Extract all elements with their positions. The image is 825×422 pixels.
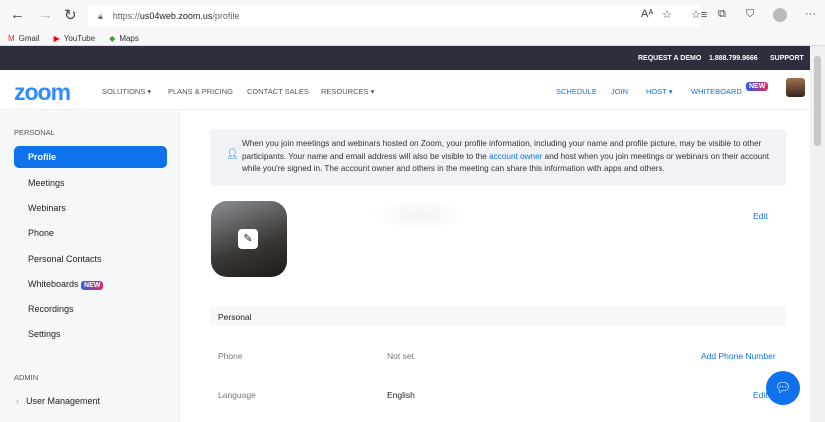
- sidebar-item-user-management[interactable]: › User Management: [16, 396, 100, 406]
- maps-icon: ◆: [109, 33, 116, 43]
- solutions-menu[interactable]: SOLUTIONS ▾: [102, 87, 151, 96]
- bookmark-gmail[interactable]: M Gmail: [8, 34, 40, 43]
- support-link[interactable]: SUPPORT: [770, 55, 804, 62]
- sidebar-item-settings[interactable]: Settings: [28, 329, 61, 339]
- more-icon[interactable]: ···: [805, 8, 816, 20]
- shield-icon[interactable]: ⛉: [746, 8, 754, 21]
- favorites-icon[interactable]: ☆≡: [691, 8, 707, 21]
- new-badge: NEW: [81, 281, 104, 290]
- phone-label: Phone: [218, 351, 243, 361]
- request-demo-link[interactable]: REQUEST A DEMO: [638, 55, 701, 62]
- bookmark-maps[interactable]: ◆ Maps: [109, 34, 139, 43]
- user-info-icon: 👤︎: [226, 149, 239, 160]
- phone-value: Not set: [387, 351, 414, 361]
- zoom-logo[interactable]: zoom: [14, 79, 71, 106]
- sidebar-item-personal-contacts[interactable]: Personal Contacts: [28, 254, 102, 264]
- plans-pricing-link[interactable]: PLANS & PRICING: [168, 87, 233, 96]
- top-utility-bar: REQUEST A DEMO 1.888.799.9666 SUPPORT: [0, 46, 810, 70]
- personal-header: PERSONAL: [14, 128, 55, 137]
- gmail-icon: M: [8, 33, 15, 43]
- contact-sales-link[interactable]: CONTACT SALES: [247, 87, 309, 96]
- admin-header: ADMIN: [14, 373, 39, 382]
- profile-name-blurred: [370, 200, 470, 230]
- address-bar[interactable]: 🔒︎ https://us04web.zoom.us/profile: [88, 5, 700, 27]
- back-icon[interactable]: ←: [10, 6, 25, 23]
- schedule-link[interactable]: SCHEDULE: [556, 87, 597, 96]
- bookmarks-bar: M Gmail ▶ YouTube ◆ Maps: [0, 31, 825, 46]
- phone-link[interactable]: 1.888.799.9666: [709, 55, 758, 62]
- lock-icon: 🔒︎: [98, 10, 103, 21]
- resources-menu[interactable]: RESOURCES ▾: [321, 87, 374, 96]
- sidebar-item-phone[interactable]: Phone: [28, 228, 54, 238]
- add-phone-number-link[interactable]: Add Phone Number: [701, 351, 776, 361]
- whiteboard-link[interactable]: WHITEBOARD: [691, 87, 742, 96]
- personal-section-header: Personal: [210, 306, 786, 326]
- join-link[interactable]: JOIN: [611, 87, 628, 96]
- edit-profile-link[interactable]: Edit: [753, 211, 768, 221]
- bookmark-youtube[interactable]: ▶ YouTube: [54, 34, 96, 43]
- collections-icon[interactable]: ⧉: [718, 8, 726, 21]
- sidebar-item-whiteboards[interactable]: Whiteboards NEW: [28, 279, 104, 290]
- chat-bubble-icon[interactable]: 💬︎: [766, 371, 800, 405]
- browser-toolbar: ← → ↻ 🔒︎ https://us04web.zoom.us/profile…: [0, 0, 825, 31]
- privacy-notice: 👤︎ When you join meetings and webinars h…: [210, 129, 786, 186]
- sidebar-item-recordings[interactable]: Recordings: [28, 304, 74, 314]
- new-badge: NEW: [746, 82, 769, 91]
- pencil-icon[interactable]: ✎: [238, 229, 258, 249]
- language-label: Language: [218, 390, 256, 400]
- host-menu[interactable]: HOST ▾: [646, 87, 673, 96]
- user-avatar[interactable]: [786, 78, 805, 97]
- youtube-icon: ▶: [53, 33, 60, 43]
- chevron-right-icon: ›: [16, 396, 19, 406]
- scrollbar[interactable]: [810, 46, 825, 422]
- read-aloud-icon[interactable]: Aᴬ: [641, 8, 653, 20]
- sidebar-item-profile[interactable]: Profile: [14, 146, 167, 168]
- main-nav: zoom SOLUTIONS ▾ PLANS & PRICING CONTACT…: [0, 70, 810, 110]
- language-value: English: [387, 390, 415, 400]
- profile-picture[interactable]: ✎: [211, 201, 287, 277]
- sidebar: PERSONAL Profile Meetings Webinars Phone…: [0, 111, 181, 422]
- sidebar-item-meetings[interactable]: Meetings: [28, 178, 65, 188]
- forward-icon[interactable]: →: [38, 6, 53, 23]
- account-owner-link[interactable]: account owner: [489, 152, 542, 161]
- sidebar-item-webinars[interactable]: Webinars: [28, 203, 66, 213]
- profile-icon[interactable]: [773, 8, 787, 22]
- add-favorite-icon[interactable]: ☆: [662, 8, 672, 21]
- scrollbar-thumb[interactable]: [814, 56, 821, 146]
- refresh-icon[interactable]: ↻: [64, 6, 77, 24]
